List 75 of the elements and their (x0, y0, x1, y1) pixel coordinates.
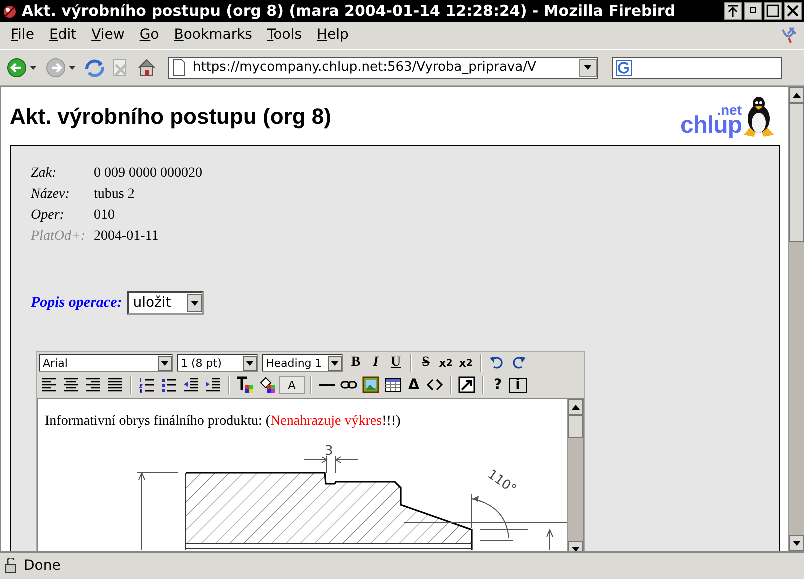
toolbar-button[interactable]: A (279, 376, 305, 394)
menu-item[interactable]: Bookmarks (167, 25, 260, 46)
dropdown-icon (190, 300, 199, 306)
menu-item[interactable]: Go (132, 25, 168, 46)
dropdown-icon (331, 360, 339, 366)
toolbar-select[interactable]: Arial (39, 354, 173, 372)
image-icon[interactable] (362, 376, 380, 394)
minimize-button[interactable] (744, 2, 762, 20)
window-title: Akt. výrobního postupu (org 8) (mara 2004-01-14 12:28:24) - Mozilla Firebird (22, 2, 677, 20)
up-arrow-icon (572, 404, 580, 410)
popout-icon[interactable] (458, 376, 476, 394)
caret-icon[interactable] (30, 66, 37, 70)
field-label: PlatOd+: (31, 229, 87, 246)
paint-bucket-icon[interactable] (258, 376, 276, 394)
field-value: 2004-01-11 (94, 229, 160, 246)
intro-paragraph: Informativní obrys finálního produktu: (Nenahrazuje výkres!!!) (45, 414, 402, 430)
dropdown-icon (246, 360, 254, 366)
menu-item[interactable]: View (84, 25, 133, 46)
toolbar-button[interactable]: U (387, 354, 405, 372)
align-right-icon[interactable] (84, 376, 102, 394)
penguin-icon (742, 94, 776, 138)
close-button[interactable] (784, 2, 802, 20)
justify-icon[interactable] (106, 376, 124, 394)
align-left-icon[interactable] (40, 376, 58, 394)
field-label: Název: (31, 187, 71, 204)
field-value: tubus 2 (94, 187, 136, 204)
dimension-label: 3 (325, 444, 334, 460)
scroll-thumb[interactable] (568, 415, 583, 438)
dropdown-icon (161, 360, 169, 366)
back-icon[interactable] (6, 56, 28, 79)
scroll-up-button[interactable] (789, 87, 804, 104)
menu-item[interactable]: Edit (42, 25, 85, 46)
down-arrow-icon (572, 546, 580, 552)
maximize-button[interactable] (764, 2, 782, 20)
text-color-icon[interactable] (236, 376, 254, 394)
field-label: Popis operace: (31, 294, 122, 312)
field-value: 0 009 0000 000020 (94, 166, 204, 182)
angle-label: 110° (484, 468, 519, 498)
toolbar-select[interactable]: Heading 1 (262, 354, 343, 372)
home-icon[interactable] (136, 56, 158, 79)
menu-item[interactable]: File (4, 25, 42, 46)
pin-icon (726, 4, 740, 18)
pin-button[interactable] (724, 2, 742, 20)
indent-icon[interactable] (204, 376, 222, 394)
down-arrow-icon (792, 540, 800, 546)
field-value: 010 (94, 208, 116, 224)
caret-icon[interactable] (69, 66, 76, 70)
numbered-list-icon[interactable] (138, 376, 156, 394)
action-select[interactable]: uložit (127, 291, 204, 316)
scroll-down-button[interactable] (789, 535, 804, 552)
field-label: Zak: (31, 166, 58, 182)
dropdown-icon[interactable] (584, 65, 592, 70)
table-icon[interactable] (384, 376, 402, 394)
address-field[interactable]: https://mycompany.chlup.net:563/Vyroba_priprava/V (168, 56, 598, 79)
align-center-icon[interactable] (62, 376, 80, 394)
page-title: Akt. výrobního postupu (org 8) (10, 103, 332, 130)
bullet-list-icon[interactable] (160, 376, 178, 394)
up-arrow-icon (792, 92, 800, 98)
maximize-icon (766, 4, 780, 18)
toolbar-button[interactable]: B (347, 354, 365, 372)
status-text: Done (24, 558, 61, 574)
toolbar-button[interactable]: S (417, 354, 435, 372)
toolbar-button[interactable]: Δ (405, 376, 423, 394)
outdent-icon[interactable] (182, 376, 200, 394)
toolbar-select[interactable]: 1 (8 pt) (177, 354, 258, 372)
search-field[interactable] (612, 56, 782, 79)
close-icon (786, 4, 800, 18)
menu-item[interactable]: Help (310, 25, 357, 46)
scroll-thumb[interactable] (789, 103, 804, 242)
scroll-up-button[interactable] (568, 399, 583, 416)
field-label: Oper: (31, 208, 66, 224)
toolbar-button[interactable]: I (367, 354, 385, 372)
search-engine-icon (616, 60, 632, 76)
toolbar-button[interactable]: ? (489, 376, 507, 394)
menu-item[interactable]: Tools (260, 25, 310, 46)
